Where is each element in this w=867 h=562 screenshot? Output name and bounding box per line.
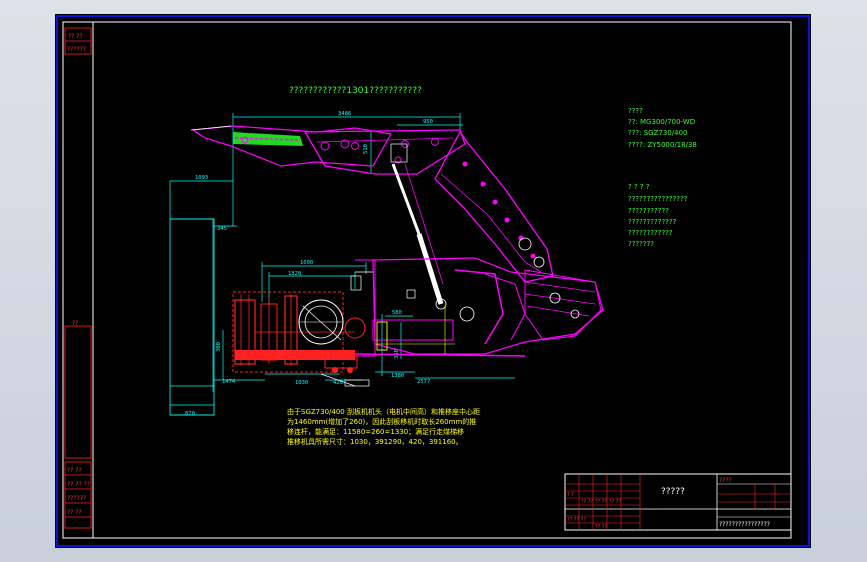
margin-label-bottom-2: ?? ?? ??	[67, 481, 90, 488]
tb-row-label-3: ?? ?? ?? ??	[595, 499, 621, 505]
title-block-bottom-right: ????????????????	[719, 521, 770, 528]
notes-heading: ? ? ? ?	[628, 183, 650, 191]
equipment-line-2: ???: SGZ730/400	[628, 129, 687, 137]
dim-300: 300	[216, 342, 222, 352]
dimension-texts: 3486 950 510 1093 345 1600 1320 300 1474…	[185, 111, 433, 417]
equipment-line-1: ??: MG300/700-WD	[628, 118, 695, 126]
bottom-note: 由于SGZ730/400 刮板机机头（电机中间高）和推移座中心距 为1460mm…	[287, 407, 480, 446]
dim-1320: 1320	[288, 271, 301, 277]
dim-1380: 1380	[391, 373, 404, 379]
dim-1093: 1093	[195, 175, 208, 181]
dim-1030: 1030	[295, 380, 308, 386]
bottom-note-line-2: 为1460mm(增加了260)，因此刮板移机时取长260mm的推	[287, 417, 476, 426]
dim-950: 950	[423, 119, 433, 125]
margin-label-bottom-4: ?? ??	[67, 509, 82, 516]
left-margin-bottom-block: ?? ?? ?? ?? ?? ?????? ?? ??	[64, 461, 92, 529]
margin-label-top-a: ?? ??	[68, 33, 83, 40]
base-frame	[354, 257, 604, 357]
dim-345: 345	[217, 226, 227, 232]
equipment-line-3: ????: ZY5000/18/38	[628, 141, 697, 149]
shearer-support-drawing: 3486 950 510 1093 345 1600 1320 300 1474…	[169, 111, 604, 417]
inner-frame	[62, 21, 792, 539]
dim-1474: 1474	[222, 379, 236, 385]
equipment-heading: ????	[628, 107, 643, 115]
title-block-name: ?????	[661, 487, 685, 497]
notes-line-3: ?????????????	[628, 218, 677, 226]
tb-row-label-4: ?? ?? ??	[567, 517, 586, 523]
drawing-canvas: ?? ?? ?????? ?? ?? ?? ?? ?? ?? ?????? ??…	[56, 15, 810, 547]
hydraulic-leg	[391, 163, 444, 305]
tb-row-label-2: ?? ??	[581, 499, 594, 505]
dim-870: 870	[185, 411, 195, 417]
notes-line-4: ????????????	[628, 229, 673, 237]
margin-label-bottom-1: ?? ??	[67, 467, 82, 474]
dim-1600: 1600	[300, 260, 313, 266]
left-margin-top-block: ?? ?? ??????	[64, 27, 92, 55]
bottom-note-line-4: 推移机具所需尺寸：1030，391290，420，391160。	[287, 437, 463, 446]
drawing-title: ????????????1301???????????	[289, 86, 422, 96]
title-block: ? ? ?? ?? ?? ?? ?? ?? ?? ?? ?? ?? ?? ???…	[564, 473, 792, 531]
conveyor-profile	[169, 218, 215, 416]
bottom-note-line-1: 由于SGZ730/400 刮板机机头（电机中间高）和推移座中心距	[287, 407, 480, 416]
margin-label-top-b: ??????	[67, 46, 86, 53]
notes-line-5: ???????	[628, 240, 654, 248]
dim-580: 580	[392, 310, 402, 316]
notes-line-2: ???????????	[628, 207, 669, 215]
notes-line-1: ????????????????	[628, 195, 688, 203]
requirement-notes: ? ? ? ? ???????????????? ??????????? ???…	[628, 183, 688, 248]
conveyor-drive	[232, 291, 366, 373]
caving-shield	[434, 130, 554, 283]
equipment-notes: ???? ??: MG300/700-WD ???: SGZ730/400 ??…	[628, 107, 697, 149]
dim-2577: 2577	[417, 379, 430, 385]
shearer-arm	[190, 125, 392, 167]
tb-row-label-5: ?? ??	[595, 524, 608, 530]
margin-label-mid: ??	[72, 320, 78, 327]
title-block-top-right: ????	[719, 477, 732, 484]
tb-row-label-1: ? ?	[567, 492, 574, 498]
dim-510: 510	[363, 144, 369, 154]
margin-label-bottom-3: ??????	[67, 495, 86, 502]
dim-3486: 3486	[338, 111, 351, 117]
left-margin-mid-block: ??	[64, 320, 92, 459]
cad-viewport[interactable]: ?? ?? ?????? ?? ?? ?? ?? ?? ?? ?????? ??…	[55, 14, 811, 548]
bottom-note-line-3: 移连杆，能满足：11580=260=1330；满足行走煤梯移	[287, 427, 464, 436]
